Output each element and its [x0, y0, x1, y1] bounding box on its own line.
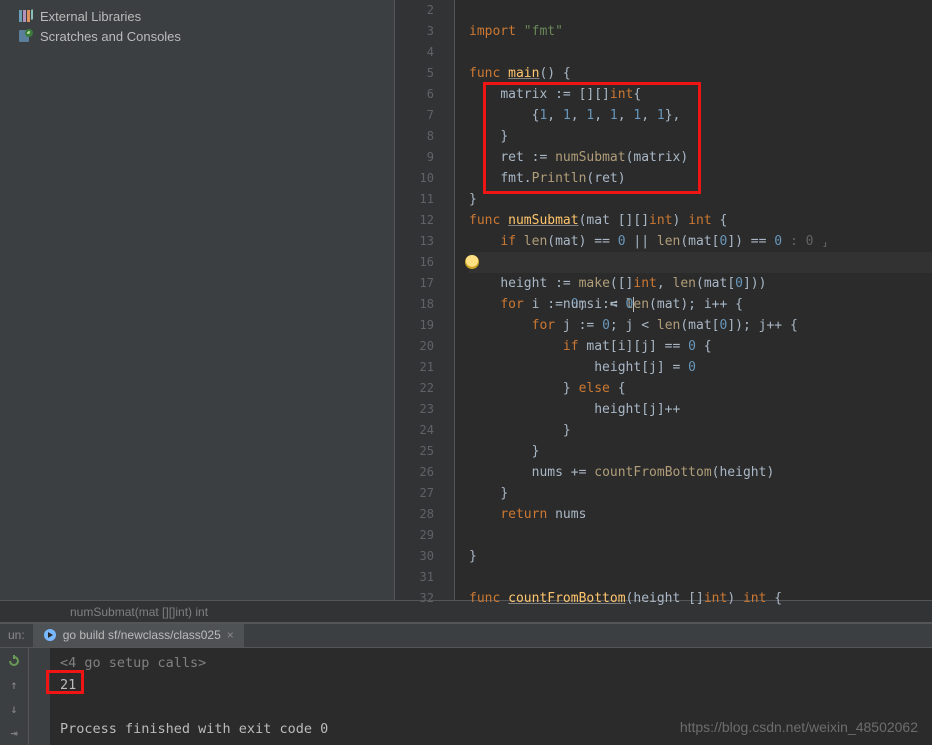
line-number: 22 [395, 378, 454, 399]
watermark: https://blog.csdn.net/weixin_48502062 [680, 719, 918, 735]
line-number: 7 [395, 105, 454, 126]
libraries-icon [18, 8, 34, 24]
line-number: 23 [395, 399, 454, 420]
line-number: 19 [395, 315, 454, 336]
code-area[interactable]: import "fmt" func main() { matrix := [][… [455, 0, 932, 600]
line-number: 26 [395, 462, 454, 483]
line-number: 21 [395, 357, 454, 378]
tree-item-external-libs[interactable]: External Libraries [0, 6, 394, 26]
close-icon[interactable]: × [227, 628, 234, 642]
scratches-icon [18, 28, 34, 44]
tree-item-label: Scratches and Consoles [40, 29, 181, 44]
line-number: 3 [395, 21, 454, 42]
editor-gutter[interactable]: 2 3 4 5 6 7 8 9 10 11 12 13 16 17 18 19 … [395, 0, 455, 600]
line-number: 10 [395, 168, 454, 189]
line-number: 13 [395, 231, 454, 252]
code-editor[interactable]: 2 3 4 5 6 7 8 9 10 11 12 13 16 17 18 19 … [395, 0, 932, 600]
rerun-button[interactable] [5, 652, 23, 670]
run-tool-window[interactable]: un: go build sf/newclass/class025 × ↑ ↓ … [0, 622, 932, 745]
tree-item-scratches[interactable]: Scratches and Consoles [0, 26, 394, 46]
line-number: 16 [395, 252, 454, 273]
line-number: 20 [395, 336, 454, 357]
tree-item-label: External Libraries [40, 9, 141, 24]
soft-wrap-button[interactable]: ⇥ [5, 724, 23, 742]
line-number: 4 [395, 42, 454, 63]
line-number: 24 [395, 420, 454, 441]
line-number: 6 [395, 84, 454, 105]
line-number: 18 [395, 294, 454, 315]
go-run-icon [43, 628, 57, 642]
line-number: 2 [395, 0, 454, 21]
intention-bulb-icon[interactable] [465, 255, 479, 269]
run-config-tab[interactable]: go build sf/newclass/class025 × [33, 624, 244, 647]
line-number: 31 [395, 567, 454, 588]
scroll-down-button[interactable]: ↓ [5, 700, 23, 718]
line-number: 8 [395, 126, 454, 147]
project-tool-window[interactable]: External Libraries Scratches and Console… [0, 0, 395, 600]
console-output[interactable]: <4 go setup calls> 21 Process finished w… [50, 648, 932, 745]
console-line: <4 go setup calls> [60, 655, 206, 671]
line-number: 30 [395, 546, 454, 567]
line-number: 9 [395, 147, 454, 168]
breadcrumb-item[interactable]: numSubmat(mat [][]int) int [70, 605, 208, 619]
run-side-toolbar: ↑ ↓ ⇥ [0, 648, 28, 745]
line-number: 27 [395, 483, 454, 504]
line-number: 28 [395, 504, 454, 525]
scroll-up-button[interactable]: ↑ [5, 676, 23, 694]
console-output-value: 21 [60, 677, 76, 693]
run-tool-label: un: [0, 628, 33, 642]
line-number: 29 [395, 525, 454, 546]
console-exit-line: Process finished with exit code 0 [60, 721, 328, 737]
line-number: 12 [395, 210, 454, 231]
line-number: 5 [395, 63, 454, 84]
line-number: 17 [395, 273, 454, 294]
line-number: 25 [395, 441, 454, 462]
run-config-label: go build sf/newclass/class025 [63, 628, 221, 642]
line-number: 11 [395, 189, 454, 210]
line-number: 32 [395, 588, 454, 609]
